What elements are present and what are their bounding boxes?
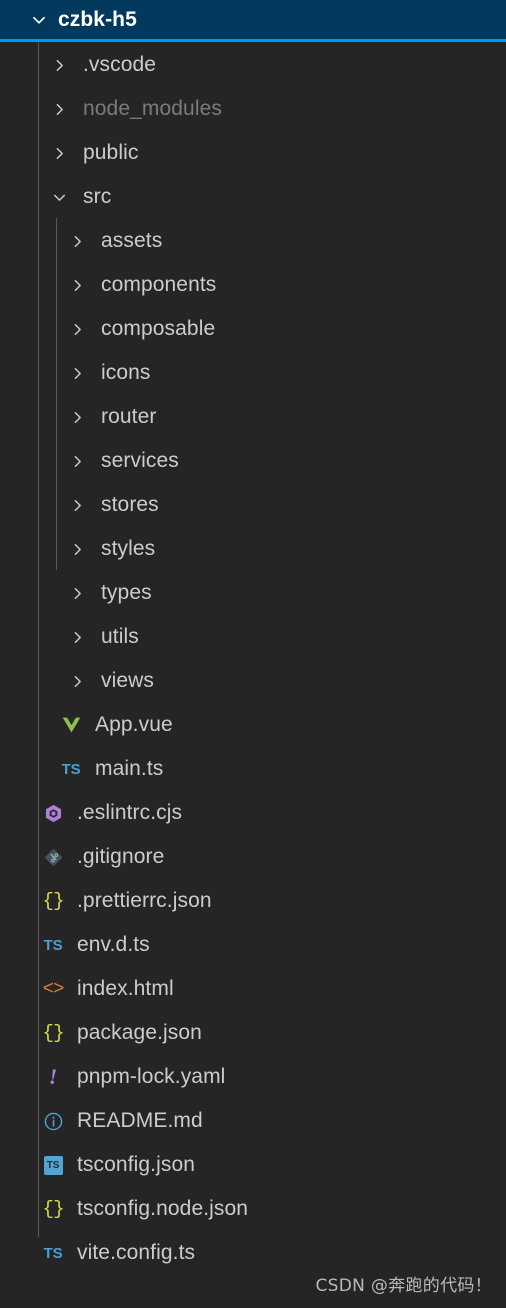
tree-folder-row[interactable]: types	[0, 571, 506, 615]
watermark: CSDN @奔跑的代码！	[315, 1276, 492, 1296]
tree-folder-row[interactable]: router	[0, 395, 506, 439]
chevron-right-icon[interactable]	[64, 228, 90, 254]
folder-name-label: router	[101, 405, 157, 428]
tree-folder-row[interactable]: styles	[0, 527, 506, 571]
root-folder-name: czbk-h5	[58, 7, 137, 31]
chevron-right-icon[interactable]	[46, 140, 72, 166]
folder-name-label: composable	[101, 317, 216, 340]
tree-file-row[interactable]: .gitignore	[0, 835, 506, 879]
tree-file-row[interactable]: .eslintrc.cjs	[0, 791, 506, 835]
tree-folder-row[interactable]: components	[0, 263, 506, 307]
tree-folder-row[interactable]: stores	[0, 483, 506, 527]
file-tree: .vscode node_modulespublic src assets compon…	[0, 42, 506, 1275]
eslint-file-icon	[40, 800, 66, 826]
file-name-label: env.d.ts	[77, 933, 150, 956]
tree-file-row[interactable]: TS main.ts	[0, 747, 506, 791]
tree-folder-row[interactable]: icons	[0, 351, 506, 395]
folder-name-label: assets	[101, 229, 163, 252]
tree-folder-row[interactable]: views	[0, 659, 506, 703]
file-name-label: tsconfig.json	[77, 1153, 196, 1176]
file-name-label: package.json	[77, 1021, 202, 1044]
json-file-icon: { }	[42, 1198, 65, 1220]
chevron-right-icon[interactable]	[64, 448, 90, 474]
chevron-down-icon[interactable]	[46, 184, 72, 210]
file-name-label: index.html	[77, 977, 174, 1000]
tree-file-row[interactable]: App.vue	[0, 703, 506, 747]
tree-folder-row[interactable]: assets	[0, 219, 506, 263]
folder-name-label: node_modules	[83, 97, 222, 120]
folder-name-label: .vscode	[83, 53, 157, 76]
folder-name-label: views	[101, 669, 155, 692]
tree-folder-row[interactable]: services	[0, 439, 506, 483]
tree-file-row[interactable]: { } .prettierrc.json	[0, 879, 506, 923]
file-name-label: .eslintrc.cjs	[77, 801, 183, 824]
chevron-right-icon[interactable]	[64, 536, 90, 562]
chevron-right-icon[interactable]	[64, 272, 90, 298]
tree-file-row[interactable]: ! pnpm-lock.yaml	[0, 1055, 506, 1099]
chevron-right-icon[interactable]	[46, 96, 72, 122]
chevron-right-icon[interactable]	[46, 52, 72, 78]
chevron-right-icon[interactable]	[64, 492, 90, 518]
tree-file-row[interactable]: TS vite.config.ts	[0, 1231, 506, 1275]
yaml-lock-file-icon: !	[48, 1064, 58, 1089]
json-file-icon: { }	[42, 890, 65, 912]
tree-folder-row[interactable]: utils	[0, 615, 506, 659]
folder-name-label: public	[83, 141, 139, 164]
file-name-label: .prettierrc.json	[77, 889, 212, 912]
file-name-label: pnpm-lock.yaml	[77, 1065, 226, 1088]
folder-name-label: styles	[101, 537, 156, 560]
tree-file-row[interactable]: README.md	[0, 1099, 506, 1143]
file-name-label: App.vue	[95, 713, 173, 736]
file-name-label: .gitignore	[77, 845, 165, 868]
file-explorer-panel: czbk-h5 .vscode node_modulespublic src asse…	[0, 0, 506, 1308]
chevron-right-icon[interactable]	[64, 668, 90, 694]
chevron-right-icon[interactable]	[64, 404, 90, 430]
tree-folder-row[interactable]: public	[0, 131, 506, 175]
chevron-right-icon[interactable]	[64, 624, 90, 650]
folder-name-label: icons	[101, 361, 151, 384]
folder-name-label: components	[101, 273, 217, 296]
folder-name-label: stores	[101, 493, 159, 516]
tree-folder-row[interactable]: .vscode	[0, 43, 506, 87]
tree-file-row[interactable]: TS tsconfig.json	[0, 1143, 506, 1187]
json-file-icon: { }	[42, 1022, 65, 1044]
tsconfig-file-icon: TS	[40, 1152, 66, 1178]
tree-file-row[interactable]: TS env.d.ts	[0, 923, 506, 967]
chevron-right-icon[interactable]	[64, 316, 90, 342]
tree-folder-row[interactable]: composable	[0, 307, 506, 351]
tree-folder-row[interactable]: node_modules	[0, 87, 506, 131]
typescript-file-icon: TS	[43, 1244, 63, 1262]
chevron-down-icon[interactable]	[28, 9, 50, 31]
chevron-right-icon[interactable]	[64, 580, 90, 606]
vue-file-icon	[58, 712, 84, 738]
folder-name-label: services	[101, 449, 179, 472]
typescript-file-icon: TS	[61, 760, 81, 778]
git-file-icon	[40, 844, 66, 870]
folder-name-label: types	[101, 581, 152, 604]
tree-file-row[interactable]: { } tsconfig.node.json	[0, 1187, 506, 1231]
tree-folder-row[interactable]: src	[0, 175, 506, 219]
file-name-label: vite.config.ts	[77, 1241, 196, 1264]
file-name-label: tsconfig.node.json	[77, 1197, 249, 1220]
tree-file-row[interactable]: <> index.html	[0, 967, 506, 1011]
typescript-file-icon: TS	[43, 936, 63, 954]
folder-name-label: src	[83, 185, 112, 208]
html-file-icon: <>	[42, 978, 65, 1000]
root-folder-header[interactable]: czbk-h5	[0, 0, 506, 42]
file-name-label: README.md	[77, 1109, 203, 1132]
tree-file-row[interactable]: { } package.json	[0, 1011, 506, 1055]
info-file-icon	[40, 1108, 66, 1134]
chevron-right-icon[interactable]	[64, 360, 90, 386]
folder-name-label: utils	[101, 625, 139, 648]
file-name-label: main.ts	[95, 757, 164, 780]
